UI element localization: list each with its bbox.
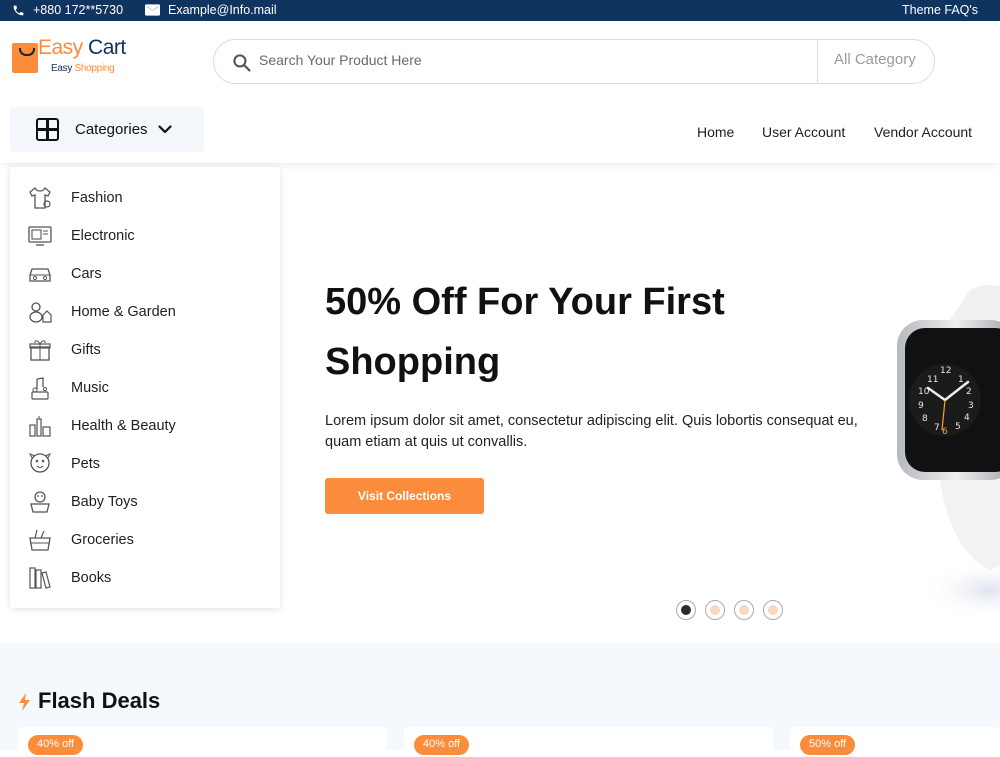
sidebar-item-groceries[interactable]: Groceries (10, 525, 280, 555)
theme-faq-link[interactable]: Theme FAQ's (902, 3, 978, 17)
home-garden-icon (29, 302, 52, 323)
svg-text:11: 11 (927, 375, 938, 385)
logo-tag-shopping: Shopping (74, 63, 115, 74)
product-card[interactable]: 40% off (18, 727, 387, 757)
flash-deals-title: Flash Deals (38, 688, 161, 713)
fashion-icon (29, 186, 51, 209)
search-bar: All Category (213, 39, 935, 84)
electronic-icon (28, 226, 52, 246)
sidebar-item-home-garden[interactable]: Home & Garden (10, 297, 280, 327)
chevron-down-icon (157, 125, 172, 134)
logo[interactable]: Easy Cart Easy Shopping (10, 36, 130, 80)
sidebar-item-label: Electronic (71, 228, 135, 244)
svg-text:12: 12 (940, 366, 951, 376)
search-input[interactable] (259, 52, 799, 68)
pet-icon (28, 453, 52, 473)
sidebar-item-label: Gifts (71, 342, 101, 358)
carousel-dot[interactable] (763, 600, 783, 620)
phone-text: +880 172**5730 (33, 3, 124, 17)
svg-text:3: 3 (968, 401, 974, 411)
nav-vendor-account[interactable]: Vendor Account (874, 124, 972, 140)
phone-contact[interactable]: +880 172**5730 (12, 3, 123, 17)
sidebar-item-label: Fashion (71, 190, 123, 206)
sidebar-item-health-beauty[interactable]: Health & Beauty (10, 411, 280, 441)
discount-badge: 40% off (28, 735, 84, 755)
sidebar-item-label: Baby Toys (71, 494, 138, 510)
books-icon (29, 567, 51, 589)
categories-label: Categories (75, 121, 148, 138)
sidebar-item-fashion[interactable]: Fashion (10, 183, 280, 213)
category-sidebar: Fashion Electronic Cars Home & Garden Gi… (10, 167, 280, 608)
sidebar-item-cars[interactable]: Cars (10, 259, 280, 289)
hero-title: 50% Off For Your First Shopping (325, 281, 725, 383)
sidebar-item-label: Home & Garden (71, 304, 176, 320)
sidebar-item-label: Pets (71, 456, 101, 472)
logo-tagline: Easy Shopping (51, 63, 115, 74)
product-card[interactable]: 50% off (790, 727, 1000, 757)
smartwatch-image: 12 11 10 9 8 7 6 5 4 3 2 1 (880, 260, 1000, 640)
svg-text:4: 4 (964, 413, 970, 423)
hero-description: Lorem ipsum dolor sit amet, consectetur … (325, 413, 858, 450)
logo-easy: Easy (38, 36, 83, 59)
sidebar-item-books[interactable]: Books (10, 563, 280, 593)
svg-text:8: 8 (922, 414, 928, 424)
logo-name: Easy Cart (38, 36, 126, 60)
svg-text:6: 6 (942, 427, 948, 437)
category-select[interactable]: All Category (817, 40, 934, 83)
sidebar-item-label: Books (71, 570, 112, 586)
phone-icon (13, 5, 24, 15)
flash-deals-section: Flash Deals 40% off 40% off 50% off (0, 643, 1000, 757)
gift-icon (29, 340, 51, 361)
sidebar-item-label: Music (71, 380, 109, 396)
groceries-icon (29, 529, 51, 551)
carousel-dots (676, 600, 783, 620)
health-beauty-icon (29, 416, 51, 437)
visit-collections-button[interactable]: Visit Collections (325, 478, 484, 514)
grid-icon (36, 118, 59, 141)
music-icon (31, 377, 49, 400)
sidebar-item-label: Health & Beauty (71, 418, 176, 434)
shopping-bag-icon (12, 43, 38, 73)
email-text: Example@Info.mail (168, 3, 277, 17)
svg-text:5: 5 (955, 422, 961, 432)
discount-badge: 50% off (800, 735, 856, 755)
sidebar-item-baby-toys[interactable]: Baby Toys (10, 487, 280, 517)
sidebar-item-electronic[interactable]: Electronic (10, 221, 280, 251)
car-icon (29, 268, 51, 282)
theme-faq-label: Theme FAQ's (902, 3, 979, 17)
logo-tag-easy: Easy (51, 63, 73, 74)
email-contact[interactable]: Example@Info.mail (145, 3, 277, 17)
top-bar: +880 172**5730 Example@Info.mail Theme F… (0, 0, 1000, 21)
carousel-dot[interactable] (676, 600, 696, 620)
discount-badge: 40% off (414, 735, 470, 755)
sidebar-item-gifts[interactable]: Gifts (10, 335, 280, 365)
svg-text:2: 2 (966, 387, 972, 397)
sidebar-item-label: Cars (71, 266, 102, 282)
svg-text:9: 9 (918, 401, 924, 411)
search-icon[interactable] (232, 53, 251, 72)
nav-home[interactable]: Home (697, 124, 734, 140)
sidebar-item-pets[interactable]: Pets (10, 449, 280, 479)
mail-icon (145, 4, 160, 16)
carousel-dot[interactable] (705, 600, 725, 620)
baby-toys-icon (30, 491, 50, 513)
svg-text:7: 7 (934, 423, 940, 433)
sidebar-item-label: Groceries (71, 532, 134, 548)
categories-button[interactable]: Categories (10, 107, 204, 152)
svg-text:1: 1 (958, 375, 964, 385)
logo-cart: Cart (88, 36, 126, 59)
lightning-icon (19, 693, 30, 711)
carousel-dot[interactable] (734, 600, 754, 620)
nav-user-account[interactable]: User Account (762, 124, 845, 140)
product-card[interactable]: 40% off (404, 727, 773, 757)
sidebar-item-music[interactable]: Music (10, 373, 280, 403)
